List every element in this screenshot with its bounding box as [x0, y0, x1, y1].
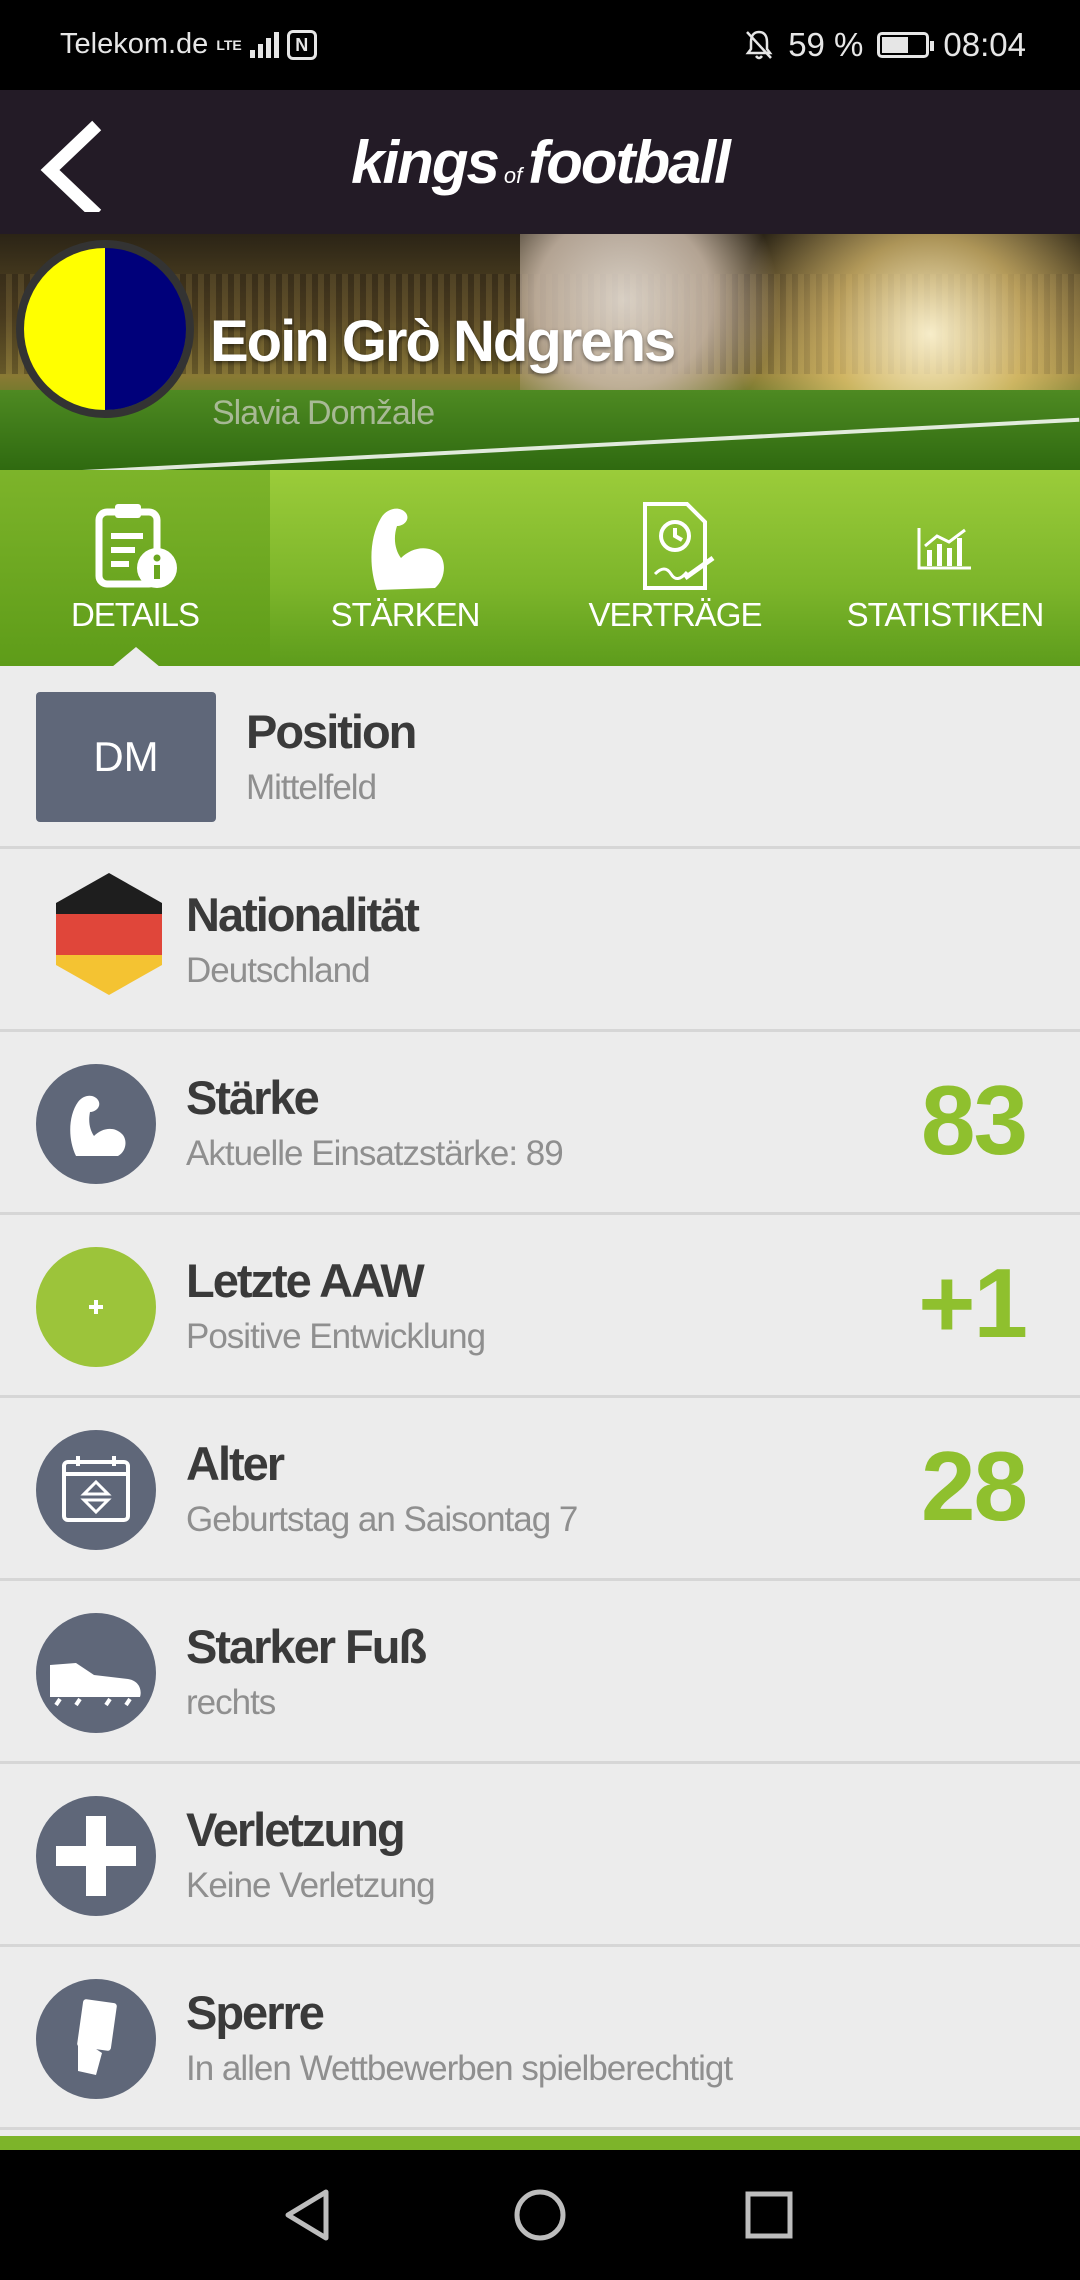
nav-back-icon[interactable] [274, 2180, 344, 2250]
position-badge: DM [36, 692, 216, 822]
row-title: Verletzung [186, 1803, 406, 1856]
row-subtitle: Deutschland [186, 951, 371, 990]
boot-icon [50, 1663, 141, 1707]
plus-icon [89, 1300, 103, 1314]
row-title: Letzte AAW [186, 1254, 425, 1307]
age-row[interactable]: Alter Geburtstag an Saisontag 7 28 [0, 1398, 1080, 1581]
club-name[interactable]: Slavia Domžale [212, 394, 435, 433]
muscle-icon [371, 508, 444, 590]
battery-icon [877, 32, 935, 58]
row-subtitle: rechts [186, 1683, 276, 1722]
row-title: Position [246, 705, 417, 758]
navigation-bar [0, 2150, 1080, 2280]
crest-blue-half [105, 248, 186, 410]
row-title: Starker Fuß [186, 1620, 427, 1673]
row-title: Stärke [186, 1071, 320, 1124]
calendar-icon [62, 1456, 130, 1522]
tab-vertraege[interactable]: VERTRÄGE [540, 470, 810, 666]
strength-row[interactable]: Stärke Aktuelle Einsatzstärke: 89 83 [0, 1032, 1080, 1215]
last-aaw-row[interactable]: Letzte AAW Positive Entwicklung +1 [0, 1215, 1080, 1398]
tab-label: DETAILS [70, 596, 200, 633]
nationality-row[interactable]: Nationalität Deutschland [0, 849, 1080, 1032]
player-hero-banner: Eoin Grò Ndgrens Slavia Domžale [0, 234, 1080, 470]
age-icon-circle [36, 1430, 156, 1550]
logo-kings: kings [351, 129, 500, 196]
age-value: 28 [920, 1431, 1028, 1541]
logo-football: football [528, 129, 731, 196]
stats-icon [917, 528, 971, 570]
row-title: Sperre [186, 1986, 325, 2039]
card-icon [77, 1999, 117, 2075]
network-type: LTE [216, 36, 242, 53]
nav-recents-icon[interactable] [734, 2180, 804, 2250]
battery-percent: 59 % [788, 26, 864, 63]
row-subtitle: Mittelfeld [246, 768, 377, 807]
foot-row[interactable]: Starker Fuß rechts [0, 1581, 1080, 1764]
nfc-icon: N [286, 29, 317, 60]
tab-label: STÄRKEN [330, 596, 481, 633]
strength-value: 83 [920, 1065, 1028, 1175]
bottom-green-strip [0, 2136, 1080, 2150]
status-right: 59 % 08:04 [744, 26, 1026, 64]
mute-bell-icon [745, 30, 773, 60]
tab-bar: DETAILS STÄRKEN VERTRÄGE STATISTIKEN [0, 470, 1080, 667]
foot-icon-circle [36, 1613, 156, 1733]
muscle-icon [70, 1095, 126, 1156]
aaw-value: +1 [918, 1248, 1028, 1358]
germany-flag-icon [56, 873, 162, 995]
tab-statistiken[interactable]: STATISTIKEN [810, 470, 1080, 666]
app-header: kings of football [0, 90, 1080, 234]
nav-home-icon[interactable] [505, 2180, 575, 2250]
row-title: Alter [186, 1437, 285, 1490]
contract-icon [643, 502, 715, 590]
active-tab-pointer [112, 647, 160, 667]
strength-icon-circle [36, 1064, 156, 1184]
signal-icon [249, 31, 279, 58]
cross-icon [56, 1816, 136, 1896]
suspension-icon-circle [36, 1979, 156, 2099]
injury-icon-circle [36, 1796, 156, 1916]
tab-staerken[interactable]: STÄRKEN [270, 470, 540, 666]
suspension-row[interactable]: Sperre In allen Wettbewerben spielberech… [0, 1947, 1080, 2130]
row-subtitle: Geburtstag an Saisontag 7 [186, 1500, 578, 1539]
status-bar: Telekom.de LTE N 59 % 08:04 [0, 0, 1080, 90]
logo-of: of [503, 163, 523, 188]
row-subtitle: In allen Wettbewerben spielberechtigt [186, 2049, 733, 2088]
injury-row[interactable]: Verletzung Keine Verletzung [0, 1764, 1080, 1947]
row-subtitle: Positive Entwicklung [186, 1317, 486, 1356]
clock: 08:04 [943, 26, 1026, 63]
crest-yellow-half [24, 248, 105, 410]
plus-icon-circle [36, 1247, 156, 1367]
carrier-name: Telekom.de [60, 28, 209, 60]
tab-label: VERTRÄGE [588, 596, 763, 633]
details-list: DM Position Mittelfeld Nationalität Deut… [0, 666, 1080, 2130]
tab-details[interactable]: DETAILS [0, 470, 270, 667]
row-title: Nationalität [186, 888, 420, 941]
row-subtitle: Aktuelle Einsatzstärke: 89 [186, 1134, 564, 1173]
player-name: Eoin Grò Ndgrens [210, 309, 676, 374]
club-crest-icon [16, 240, 194, 418]
position-row[interactable]: DM Position Mittelfeld [0, 666, 1080, 849]
tab-label: STATISTIKEN [846, 596, 1045, 633]
row-subtitle: Keine Verletzung [186, 1866, 436, 1905]
details-icon [95, 504, 177, 588]
status-left: Telekom.de LTE N [60, 28, 317, 61]
app-logo: kings of football [0, 128, 1080, 197]
